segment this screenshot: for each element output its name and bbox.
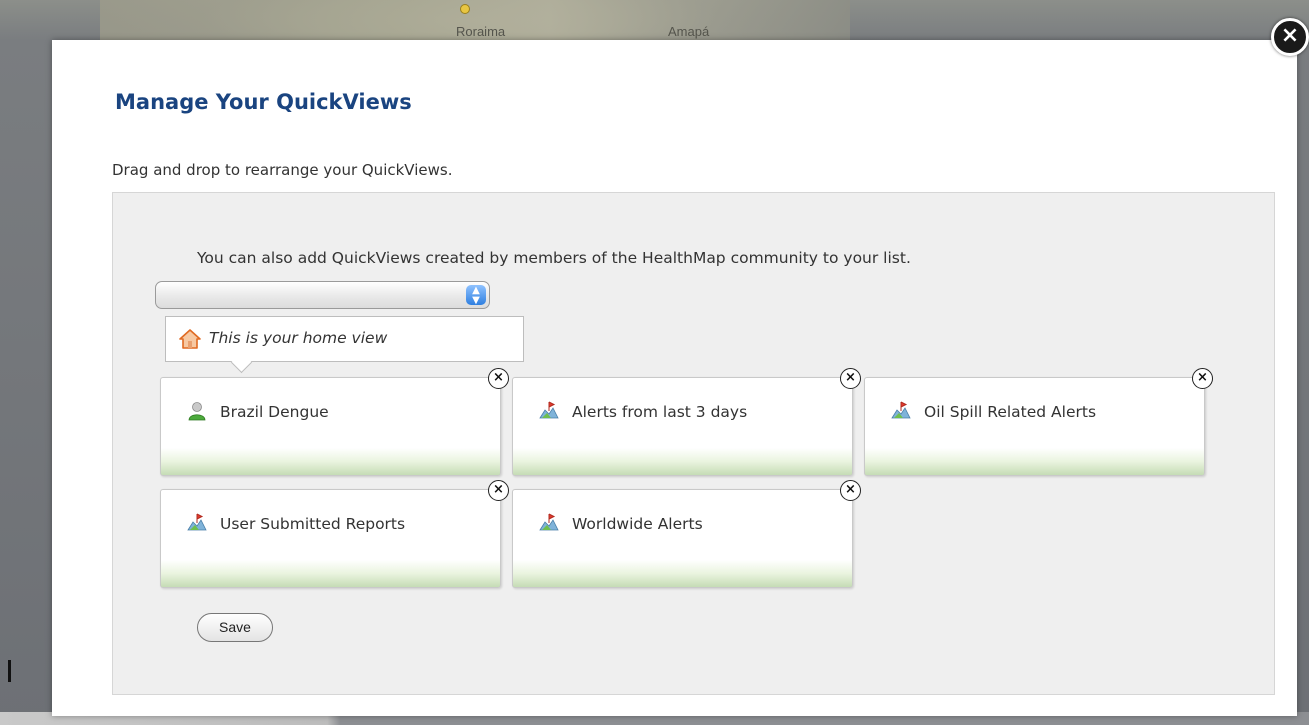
map-alert-icon bbox=[891, 401, 911, 419]
map-label-amapa: Amapá bbox=[668, 24, 710, 39]
quickview-card-alerts-last-3-days[interactable]: Alerts from last 3 days × bbox=[512, 368, 861, 476]
community-info-text: You can also add QuickViews created by m… bbox=[197, 249, 911, 267]
home-view-text: This is your home view bbox=[209, 329, 388, 347]
dialog-title: Manage Your QuickViews bbox=[115, 90, 412, 114]
quickview-card-brazil-dengue[interactable]: Brazil Dengue × bbox=[160, 368, 509, 476]
left-edge-marker bbox=[8, 660, 11, 682]
remove-quickview-button[interactable]: × bbox=[840, 368, 861, 389]
map-alert-icon bbox=[187, 513, 207, 531]
manage-quickviews-dialog: Manage Your QuickViews Drag and drop to … bbox=[52, 40, 1297, 716]
map-alert-icon bbox=[539, 513, 559, 531]
save-button[interactable]: Save bbox=[197, 613, 273, 642]
map-alert-icon bbox=[539, 401, 559, 419]
map-pin-icon[interactable] bbox=[460, 4, 470, 14]
remove-quickview-button[interactable]: × bbox=[1192, 368, 1213, 389]
remove-quickview-button[interactable]: × bbox=[488, 480, 509, 501]
quickview-card-worldwide-alerts[interactable]: Worldwide Alerts × bbox=[512, 480, 861, 588]
quickview-label: Oil Spill Related Alerts bbox=[924, 403, 1097, 421]
map-label-roraima: Roraima bbox=[456, 24, 506, 39]
remove-quickview-button[interactable]: × bbox=[840, 480, 861, 501]
quickviews-panel: You can also add QuickViews created by m… bbox=[112, 192, 1275, 695]
remove-quickview-button[interactable]: × bbox=[488, 368, 509, 389]
drag-instructions: Drag and drop to rearrange your QuickVie… bbox=[112, 161, 453, 179]
quickview-label: Worldwide Alerts bbox=[572, 515, 703, 533]
home-view-tooltip: This is your home view bbox=[165, 316, 524, 362]
quickview-label: Alerts from last 3 days bbox=[572, 403, 748, 421]
community-quickview-select[interactable]: ▲ ▼ bbox=[155, 281, 490, 309]
quickview-label: Brazil Dengue bbox=[220, 403, 329, 421]
quickview-label: User Submitted Reports bbox=[220, 515, 406, 533]
close-icon[interactable]: × bbox=[1271, 18, 1309, 56]
quickview-card-user-submitted-reports[interactable]: User Submitted Reports × bbox=[160, 480, 509, 588]
house-icon bbox=[179, 329, 201, 349]
user-icon bbox=[188, 402, 206, 421]
quickview-card-oil-spill-alerts[interactable]: Oil Spill Related Alerts × bbox=[864, 368, 1213, 476]
select-arrows-icon: ▲ ▼ bbox=[466, 285, 486, 306]
